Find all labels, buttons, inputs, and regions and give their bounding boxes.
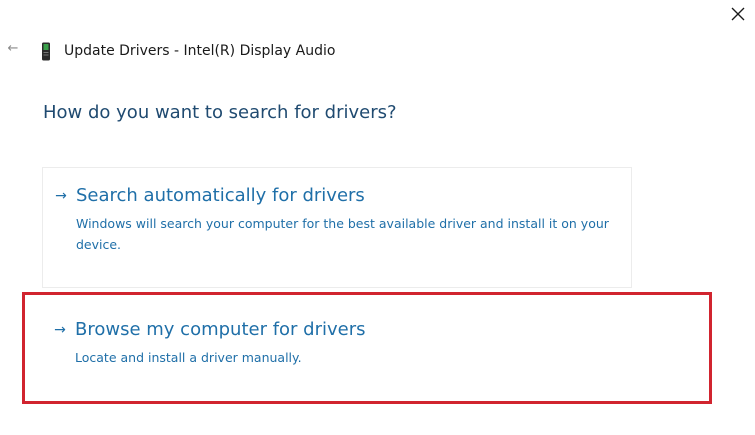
close-button[interactable] [727, 3, 749, 25]
dialog-header: Update Drivers - Intel(R) Display Audio [40, 40, 335, 62]
option-description: Windows will search your computer for th… [76, 216, 609, 252]
option-description: Locate and install a driver manually. [75, 350, 302, 365]
back-button[interactable]: ← [4, 38, 22, 58]
update-drivers-dialog: ← Update Drivers - Intel(R) Display Audi… [0, 0, 755, 435]
device-icon [40, 41, 52, 61]
option-title: Browse my computer for drivers [75, 319, 366, 340]
window-title: Update Drivers - Intel(R) Display Audio [64, 43, 336, 59]
right-arrow-icon: → [55, 188, 67, 204]
browse-computer-option[interactable]: → Browse my computer for drivers Locate … [42, 292, 632, 402]
close-icon [731, 7, 745, 21]
search-automatically-option[interactable]: → Search automatically for drivers Windo… [42, 167, 632, 288]
page-question: How do you want to search for drivers? [43, 102, 397, 123]
right-arrow-icon: → [54, 322, 66, 338]
back-arrow-icon: ← [7, 40, 19, 56]
option-title: Search automatically for drivers [76, 185, 365, 206]
